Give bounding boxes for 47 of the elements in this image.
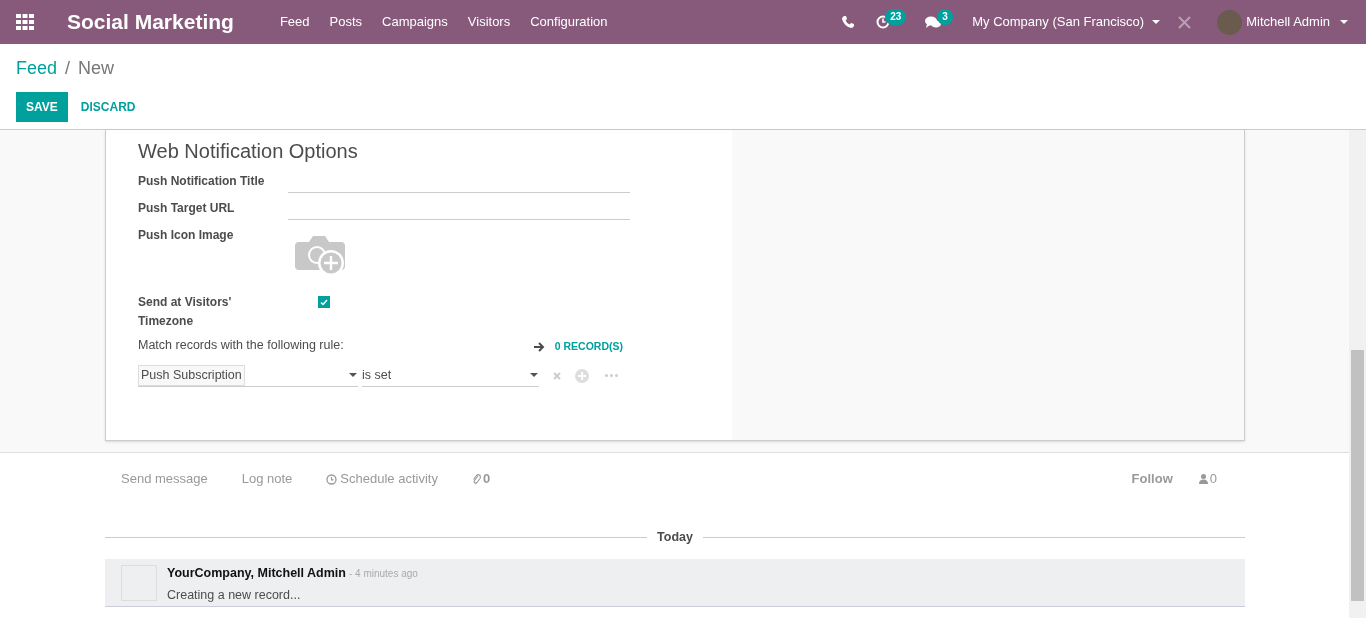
selected-field-value: Push Subscription (138, 364, 245, 386)
message-author: YourCompany, Mitchell Admin (167, 565, 346, 582)
apps-menu-icon[interactable] (16, 14, 34, 30)
operator-select[interactable]: is set (362, 364, 539, 387)
user-icon (1198, 474, 1208, 484)
clock-icon[interactable] (876, 15, 891, 29)
breadcrumb-separator: / (65, 57, 71, 80)
arrow-right-icon (532, 340, 545, 353)
activity-count-badge: 23 (885, 9, 907, 25)
scrollbar[interactable] (1349, 130, 1366, 618)
followers-button[interactable]: 0 (1198, 469, 1217, 489)
breadcrumb-link[interactable]: Feed (16, 55, 58, 82)
rule-label: Match records with the following rule: (138, 336, 344, 354)
menu-item[interactable]: Campaigns (382, 12, 448, 32)
message-body: Creating a new record... (167, 586, 302, 604)
chatter-action-button[interactable]: Send message (121, 469, 208, 489)
field-label: Send at Visitors' Timezone (138, 294, 233, 330)
message-count-badge: 3 (937, 9, 953, 25)
attachment-button[interactable]: 0 (471, 469, 491, 489)
phone-icon[interactable] (842, 16, 855, 28)
date-separator: Today (656, 528, 694, 546)
delete-icon[interactable] (553, 371, 561, 380)
chatter-action-button[interactable]: Log note (241, 469, 293, 489)
user-menu[interactable]: Mitchell Admin (1217, 9, 1348, 35)
menu-item[interactable]: Posts (329, 12, 363, 32)
follow-button[interactable]: Follow (1131, 469, 1173, 489)
add-circle-icon[interactable] (575, 368, 589, 383)
checkbox[interactable] (318, 296, 330, 308)
field-label: Push Icon Image (138, 227, 235, 244)
app-title: Social Marketing (67, 9, 234, 36)
menu-item[interactable]: Configuration (530, 12, 608, 32)
company-switcher[interactable]: My Company (San Francisco) (972, 12, 1161, 32)
record-count-link[interactable]: 0 RECORD(S) (554, 339, 623, 355)
field-label: Push Target URL (138, 200, 236, 217)
paperclip-icon (471, 473, 481, 485)
breadcrumb-current: New (78, 57, 115, 80)
section-title: Web Notification Options (138, 139, 359, 164)
menu-item[interactable]: Visitors (467, 12, 511, 32)
ellipsis-icon[interactable] (605, 374, 618, 378)
field-label: Push Notification Title (138, 173, 266, 190)
chatter-action-button[interactable]: Schedule activity (326, 469, 438, 489)
message-time: - 4 minutes ago (348, 567, 418, 581)
save-button[interactable]: SAVE (16, 92, 68, 122)
clock-icon (326, 473, 338, 485)
field-select[interactable]: Push Subscription (138, 364, 358, 387)
menu-item[interactable]: Feed (279, 12, 310, 32)
discard-button[interactable]: DISCARD (69, 92, 147, 122)
